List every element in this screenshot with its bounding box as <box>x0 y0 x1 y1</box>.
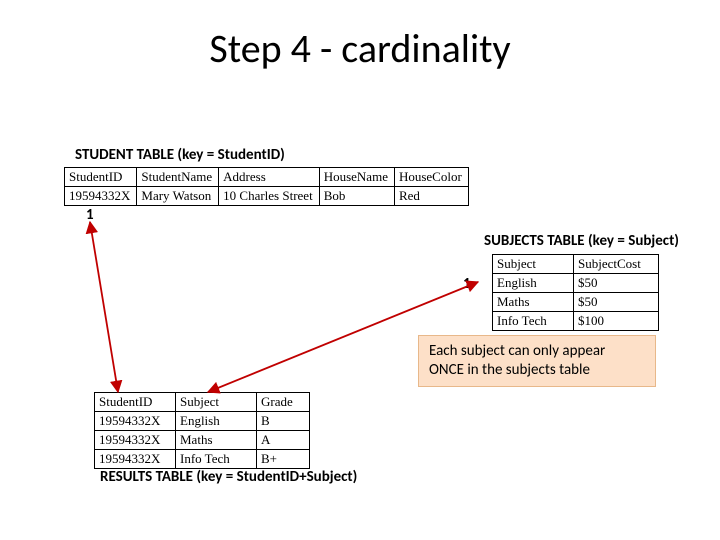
table-row: Maths $50 <box>493 293 659 312</box>
table-row: Subject SubjectCost <box>493 255 659 274</box>
note-line1: Each subject can only appear <box>429 342 605 360</box>
cardinality-right: 1 <box>463 275 471 293</box>
col-header: Grade <box>257 393 310 412</box>
cell: English <box>493 274 574 293</box>
cell: 19594332X <box>95 412 176 431</box>
cell: Info Tech <box>176 450 257 469</box>
col-header: StudentID <box>65 168 137 187</box>
subjects-table: Subject SubjectCost English $50 Maths $5… <box>492 254 659 331</box>
col-header: HouseName <box>319 168 394 187</box>
cell: Mary Watson <box>137 187 219 206</box>
table-row: StudentID StudentName Address HouseName … <box>65 168 469 187</box>
cell: Bob <box>319 187 394 206</box>
table-row: English $50 <box>493 274 659 293</box>
cell: B <box>257 412 310 431</box>
note-line2: ONCE in the subjects table <box>429 361 590 379</box>
cell: $50 <box>574 293 659 312</box>
table-row: 19594332X Maths A <box>95 431 310 450</box>
cell: 19594332X <box>95 450 176 469</box>
table-row: Info Tech $100 <box>493 312 659 331</box>
cell: A <box>257 431 310 450</box>
col-header: StudentID <box>95 393 176 412</box>
cell: $100 <box>574 312 659 331</box>
cell: 19594332X <box>95 431 176 450</box>
cell: Info Tech <box>493 312 574 331</box>
student-table-caption: STUDENT TABLE (key = StudentID) <box>75 146 285 164</box>
cell: Maths <box>493 293 574 312</box>
col-header: HouseColor <box>394 168 468 187</box>
cell: B+ <box>257 450 310 469</box>
results-table-caption: RESULTS TABLE (key = StudentID+Subject) <box>100 468 357 486</box>
results-table: StudentID Subject Grade 19594332X Englis… <box>94 392 310 469</box>
col-header: Address <box>219 168 320 187</box>
student-table: StudentID StudentName Address HouseName … <box>64 167 469 206</box>
table-row: 19594332X English B <box>95 412 310 431</box>
cell: $50 <box>574 274 659 293</box>
cell: Red <box>394 187 468 206</box>
table-row: 19594332X Info Tech B+ <box>95 450 310 469</box>
table-row: StudentID Subject Grade <box>95 393 310 412</box>
subjects-table-caption: SUBJECTS TABLE (key = Subject) <box>484 232 679 250</box>
cell: English <box>176 412 257 431</box>
arrow-student-results <box>90 222 118 392</box>
cardinality-left: 1 <box>86 206 94 224</box>
col-header: SubjectCost <box>574 255 659 274</box>
col-header: Subject <box>176 393 257 412</box>
col-header: Subject <box>493 255 574 274</box>
cell: Maths <box>176 431 257 450</box>
slide: Step 4 - cardinality STUDENT TABLE (key … <box>0 0 720 540</box>
cell: 19594332X <box>65 187 137 206</box>
table-row: 19594332X Mary Watson 10 Charles Street … <box>65 187 469 206</box>
col-header: StudentName <box>137 168 219 187</box>
cell: 10 Charles Street <box>219 187 320 206</box>
note-box: Each subject can only appear ONCE in the… <box>418 335 656 387</box>
page-title: Step 4 - cardinality <box>0 24 720 73</box>
